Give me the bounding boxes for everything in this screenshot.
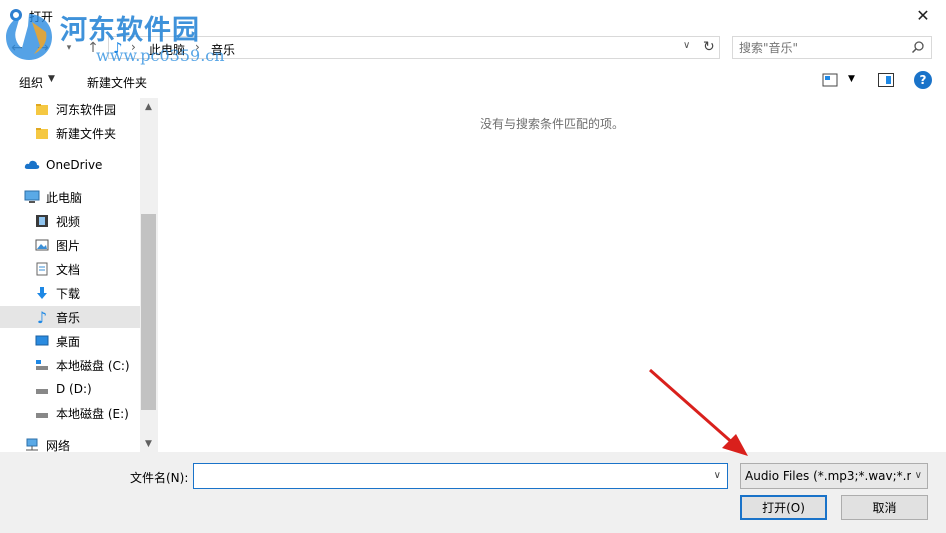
bottom-panel: 文件名(N): ∨ Audio Files (*.mp3;*.wav;*.m4 …	[0, 452, 946, 533]
filetype-select[interactable]: Audio Files (*.mp3;*.wav;*.m4 ∨	[740, 463, 928, 489]
sidebar-item-onedrive[interactable]: OneDrive	[0, 154, 140, 176]
organize-button[interactable]: 组织	[19, 74, 43, 91]
address-bar[interactable]: ♪ › 此电脑 › 音乐 ∨ ↻	[108, 36, 720, 59]
download-icon	[34, 285, 50, 301]
navigation-row: ← → ▾ ↑ ♪ › 此电脑 › 音乐 ∨ ↻	[0, 31, 946, 64]
filetype-value: Audio Files (*.mp3;*.wav;*.m4	[745, 469, 911, 483]
close-icon: ✕	[916, 6, 930, 25]
chevron-down-icon[interactable]: ∨	[714, 470, 721, 481]
video-icon	[34, 213, 50, 229]
sidebar-item-drive-d[interactable]: D (D:)	[0, 378, 140, 400]
music-icon: ♪	[36, 307, 48, 327]
cancel-button[interactable]: 取消	[841, 495, 928, 520]
close-button[interactable]: ✕	[900, 0, 946, 31]
breadcrumb-music[interactable]: 音乐	[211, 41, 235, 58]
sidebar-item-documents[interactable]: 文档	[0, 258, 140, 280]
sidebar-item-network[interactable]: 网络	[0, 434, 140, 452]
scroll-thumb[interactable]	[141, 214, 156, 410]
navigation-pane: 河东软件园 新建文件夹 OneDrive 此电脑 视频 图片 文档 下载 ♪ 音…	[0, 98, 157, 452]
cloud-icon	[24, 157, 40, 173]
window-title: 打开	[29, 10, 54, 24]
preview-pane-button[interactable]	[878, 73, 894, 87]
drive-icon	[34, 357, 50, 373]
new-folder-button[interactable]: 新建文件夹	[87, 74, 147, 91]
search-input[interactable]	[739, 40, 903, 56]
sidebar-item-hedong[interactable]: 河东软件园	[0, 98, 140, 120]
view-dropdown-icon[interactable]: ▼	[848, 74, 855, 84]
search-icon	[911, 41, 924, 54]
sidebar-item-this-pc[interactable]: 此电脑	[0, 186, 140, 208]
breadcrumb-this-pc[interactable]: 此电脑	[149, 41, 185, 58]
document-icon	[34, 261, 50, 277]
sidebar-item-drive-e[interactable]: 本地磁盘 (E:)	[0, 402, 140, 424]
up-button[interactable]: ↑	[82, 37, 104, 59]
empty-message: 没有与搜索条件匹配的项。	[479, 117, 624, 131]
back-arrow-icon: ←	[11, 40, 23, 56]
music-icon: ♪	[113, 39, 123, 57]
help-icon: ?	[919, 73, 927, 87]
scroll-up-icon[interactable]: ▲	[140, 98, 157, 115]
filename-input[interactable]	[198, 468, 698, 484]
command-toolbar: 组织 ▼ 新建文件夹 ▼ ?	[0, 64, 946, 99]
folder-icon	[34, 101, 50, 117]
recent-locations-button[interactable]: ▾	[58, 37, 80, 59]
title-bar: 打开 ✕	[0, 0, 946, 31]
forward-button[interactable]: →	[32, 37, 54, 59]
scroll-down-icon[interactable]: ▼	[140, 435, 157, 452]
back-button[interactable]: ←	[6, 37, 28, 59]
breadcrumb-separator-icon: ›	[195, 40, 200, 54]
search-box[interactable]	[732, 36, 932, 59]
app-icon	[10, 9, 22, 21]
navigation-scrollbar[interactable]: ▲ ▼	[140, 98, 157, 452]
change-view-icon[interactable]	[822, 73, 838, 87]
forward-arrow-icon: →	[37, 40, 49, 56]
sidebar-item-music[interactable]: ♪ 音乐	[0, 306, 140, 328]
sidebar-item-drive-c[interactable]: 本地磁盘 (C:)	[0, 354, 140, 376]
refresh-icon[interactable]: ↻	[703, 39, 715, 55]
address-dropdown-icon[interactable]: ∨	[683, 40, 690, 51]
sidebar-item-desktop[interactable]: 桌面	[0, 330, 140, 352]
computer-icon	[24, 189, 40, 205]
organize-dropdown-icon: ▼	[48, 74, 55, 84]
open-button[interactable]: 打开(O)	[740, 495, 827, 520]
file-list[interactable]: 没有与搜索条件匹配的项。	[157, 98, 946, 452]
drive-icon	[34, 405, 50, 421]
sidebar-item-videos[interactable]: 视频	[0, 210, 140, 232]
drive-icon	[34, 381, 50, 397]
chevron-down-icon: ▾	[66, 43, 72, 53]
network-icon	[24, 437, 40, 452]
sidebar-item-new-folder[interactable]: 新建文件夹	[0, 122, 140, 144]
up-arrow-icon: ↑	[87, 40, 99, 56]
breadcrumb-separator-icon: ›	[131, 40, 136, 54]
filename-combobox[interactable]: ∨	[193, 463, 728, 489]
sidebar-item-downloads[interactable]: 下载	[0, 282, 140, 304]
filename-label: 文件名(N):	[130, 471, 189, 485]
picture-icon	[34, 237, 50, 253]
desktop-icon	[34, 333, 50, 349]
sidebar-item-pictures[interactable]: 图片	[0, 234, 140, 256]
help-button[interactable]: ?	[914, 71, 932, 89]
folder-icon	[34, 125, 50, 141]
chevron-down-icon: ∨	[914, 470, 922, 481]
